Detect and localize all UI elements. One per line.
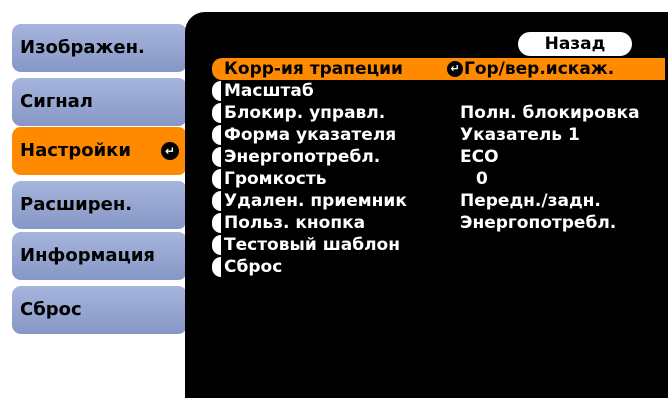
- tab-label: Сигнал: [20, 91, 93, 112]
- menu-item-value: Энергопотребл.: [460, 213, 617, 233]
- menu-item-value: 0: [476, 169, 488, 189]
- menu-item-value: Передн./задн.: [460, 191, 601, 211]
- menu-item-label: Тестовый шаблон: [224, 235, 400, 255]
- menu-item-label: Форма указателя: [224, 125, 397, 145]
- menu-item-label: Сброс: [224, 257, 283, 277]
- menu-item-label: Польз. кнопка: [224, 213, 366, 233]
- tab-reset[interactable]: Сброс: [12, 286, 187, 334]
- tab-information[interactable]: Информация: [12, 232, 187, 280]
- menu-item-label: Масштаб: [224, 81, 314, 101]
- menu-item-value: Полн. блокировка: [460, 103, 640, 123]
- tab-signal[interactable]: Сигнал: [12, 78, 187, 126]
- enter-arrow-icon: ↵: [161, 142, 179, 160]
- menu-item-label: Удален. приемник: [224, 191, 407, 211]
- tab-column: Изображен. Сигнал Настройки ↵ Расширен. …: [6, 0, 192, 398]
- tab-settings[interactable]: Настройки ↵: [12, 127, 187, 175]
- menu-item-value: Гор/вер.искаж.: [464, 59, 615, 79]
- menu-item-keystone[interactable]: Корр-ия трапеции ↵ Гор/вер.искаж.: [212, 58, 665, 80]
- tab-image[interactable]: Изображен.: [12, 24, 187, 72]
- tab-label: Настройки: [20, 140, 132, 161]
- tab-label: Расширен.: [20, 194, 133, 215]
- menu-item-value: Указатель 1: [460, 125, 580, 145]
- menu-item-label: Громкость: [224, 169, 327, 189]
- tab-extended[interactable]: Расширен.: [12, 181, 187, 229]
- menu-item-label: Энергопотребл.: [224, 147, 381, 167]
- menu-item-label: Блокир. управл.: [224, 103, 386, 123]
- menu-item-label: Корр-ия трапеции: [224, 59, 403, 79]
- back-button[interactable]: Назад: [518, 32, 632, 56]
- tab-label: Изображен.: [20, 37, 145, 58]
- tab-label: Сброс: [20, 299, 82, 320]
- tab-label: Информация: [20, 245, 155, 266]
- enter-arrow-icon: ↵: [447, 61, 463, 77]
- menu-item-value: ECO: [460, 147, 499, 167]
